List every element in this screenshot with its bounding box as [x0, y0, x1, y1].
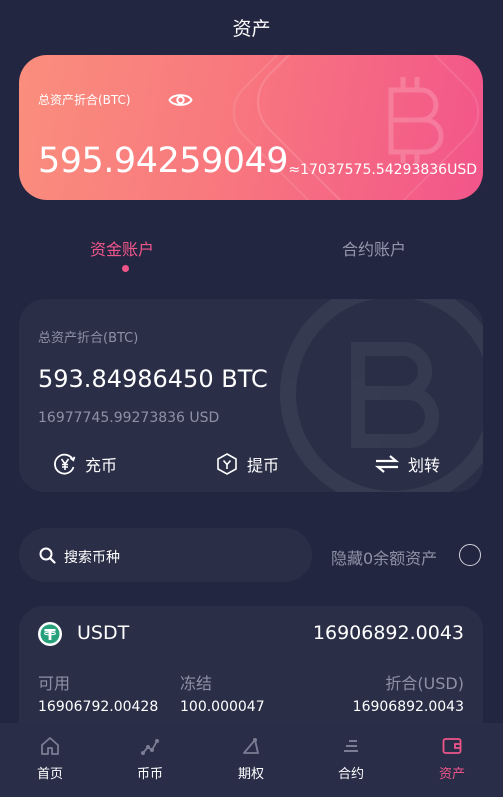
transfer-arrows-icon: [374, 455, 400, 473]
active-tab-indicator: [122, 265, 129, 272]
eye-icon[interactable]: [168, 91, 193, 109]
transfer-label: 划转: [408, 456, 441, 475]
hide-zero-label: 隐藏0余额资产: [331, 549, 438, 568]
coin-row[interactable]: USDT 16906892.0043 可用 冻结 折合(USD) 1690679…: [19, 606, 483, 736]
withdraw-button[interactable]: 提币: [215, 452, 279, 476]
bitcoin-watermark-icon: [388, 77, 444, 163]
deposit-label: 充币: [85, 456, 118, 475]
total-assets-label: 总资产折合(BTC): [38, 93, 131, 107]
total-assets-usd: ≈17037575.54293836USD: [288, 162, 477, 178]
contract-icon: [344, 740, 358, 752]
hexagon-withdraw-icon: [217, 453, 237, 475]
bottom-nav: 首页 币币 期权 合约 资产: [0, 723, 503, 797]
nav-options-label: 期权: [237, 767, 264, 782]
total-assets-card: 总资产折合(BTC) 595.94259049 ≈17037575.542938…: [19, 55, 483, 200]
nav-contract[interactable]: 合约: [311, 735, 391, 782]
yen-deposit-icon: [54, 453, 76, 475]
equiv-value: 16906892.0043: [352, 699, 464, 715]
withdraw-label: 提币: [247, 456, 280, 475]
equiv-header: 折合(USD): [385, 674, 464, 693]
hide-zero-toggle[interactable]: [459, 544, 481, 566]
coin-total: 16906892.0043: [312, 622, 464, 644]
home-icon: [41, 737, 59, 755]
nav-spot[interactable]: 币币: [110, 735, 190, 782]
available-header: 可用: [38, 674, 71, 693]
tab-funding-account[interactable]: 资金账户: [90, 236, 154, 260]
transfer-button[interactable]: 划转: [374, 452, 440, 476]
search-input[interactable]: 搜索币种: [64, 547, 120, 567]
tab-contract-account[interactable]: 合约账户: [342, 236, 406, 260]
funding-account-card: 总资产折合(BTC) 593.84986450 BTC 16977745.992…: [19, 299, 483, 492]
nav-assets-label: 资产: [438, 767, 465, 782]
frozen-value: 100.000047: [180, 699, 265, 715]
nav-spot-label: 币币: [136, 767, 163, 782]
page-title: 资产: [232, 18, 271, 40]
account-usd-amount: 16977745.99273836 USD: [38, 410, 220, 426]
usdt-icon: [38, 622, 62, 646]
total-assets-amount: 595.94259049: [38, 141, 289, 181]
nav-home-label: 首页: [36, 767, 63, 782]
frozen-header: 冻结: [180, 674, 213, 693]
account-total-label: 总资产折合(BTC): [38, 331, 139, 346]
nav-home[interactable]: 首页: [10, 735, 90, 782]
nav-options[interactable]: 期权: [211, 735, 291, 782]
nav-assets[interactable]: 资产: [412, 735, 492, 782]
wallet-icon: [442, 738, 462, 754]
coin-symbol: USDT: [77, 622, 130, 644]
deposit-button[interactable]: 充币: [53, 452, 117, 476]
nav-contract-label: 合约: [337, 767, 364, 782]
available-value: 16906792.00428: [38, 699, 159, 715]
search-box[interactable]: 搜索币种: [19, 528, 312, 582]
options-icon: [243, 738, 259, 754]
coin-trade-icon: [141, 739, 159, 755]
account-btc-amount: 593.84986450 BTC: [38, 365, 268, 393]
account-tabs: 资金账户 合约账户: [0, 232, 503, 272]
search-icon: [39, 547, 56, 564]
